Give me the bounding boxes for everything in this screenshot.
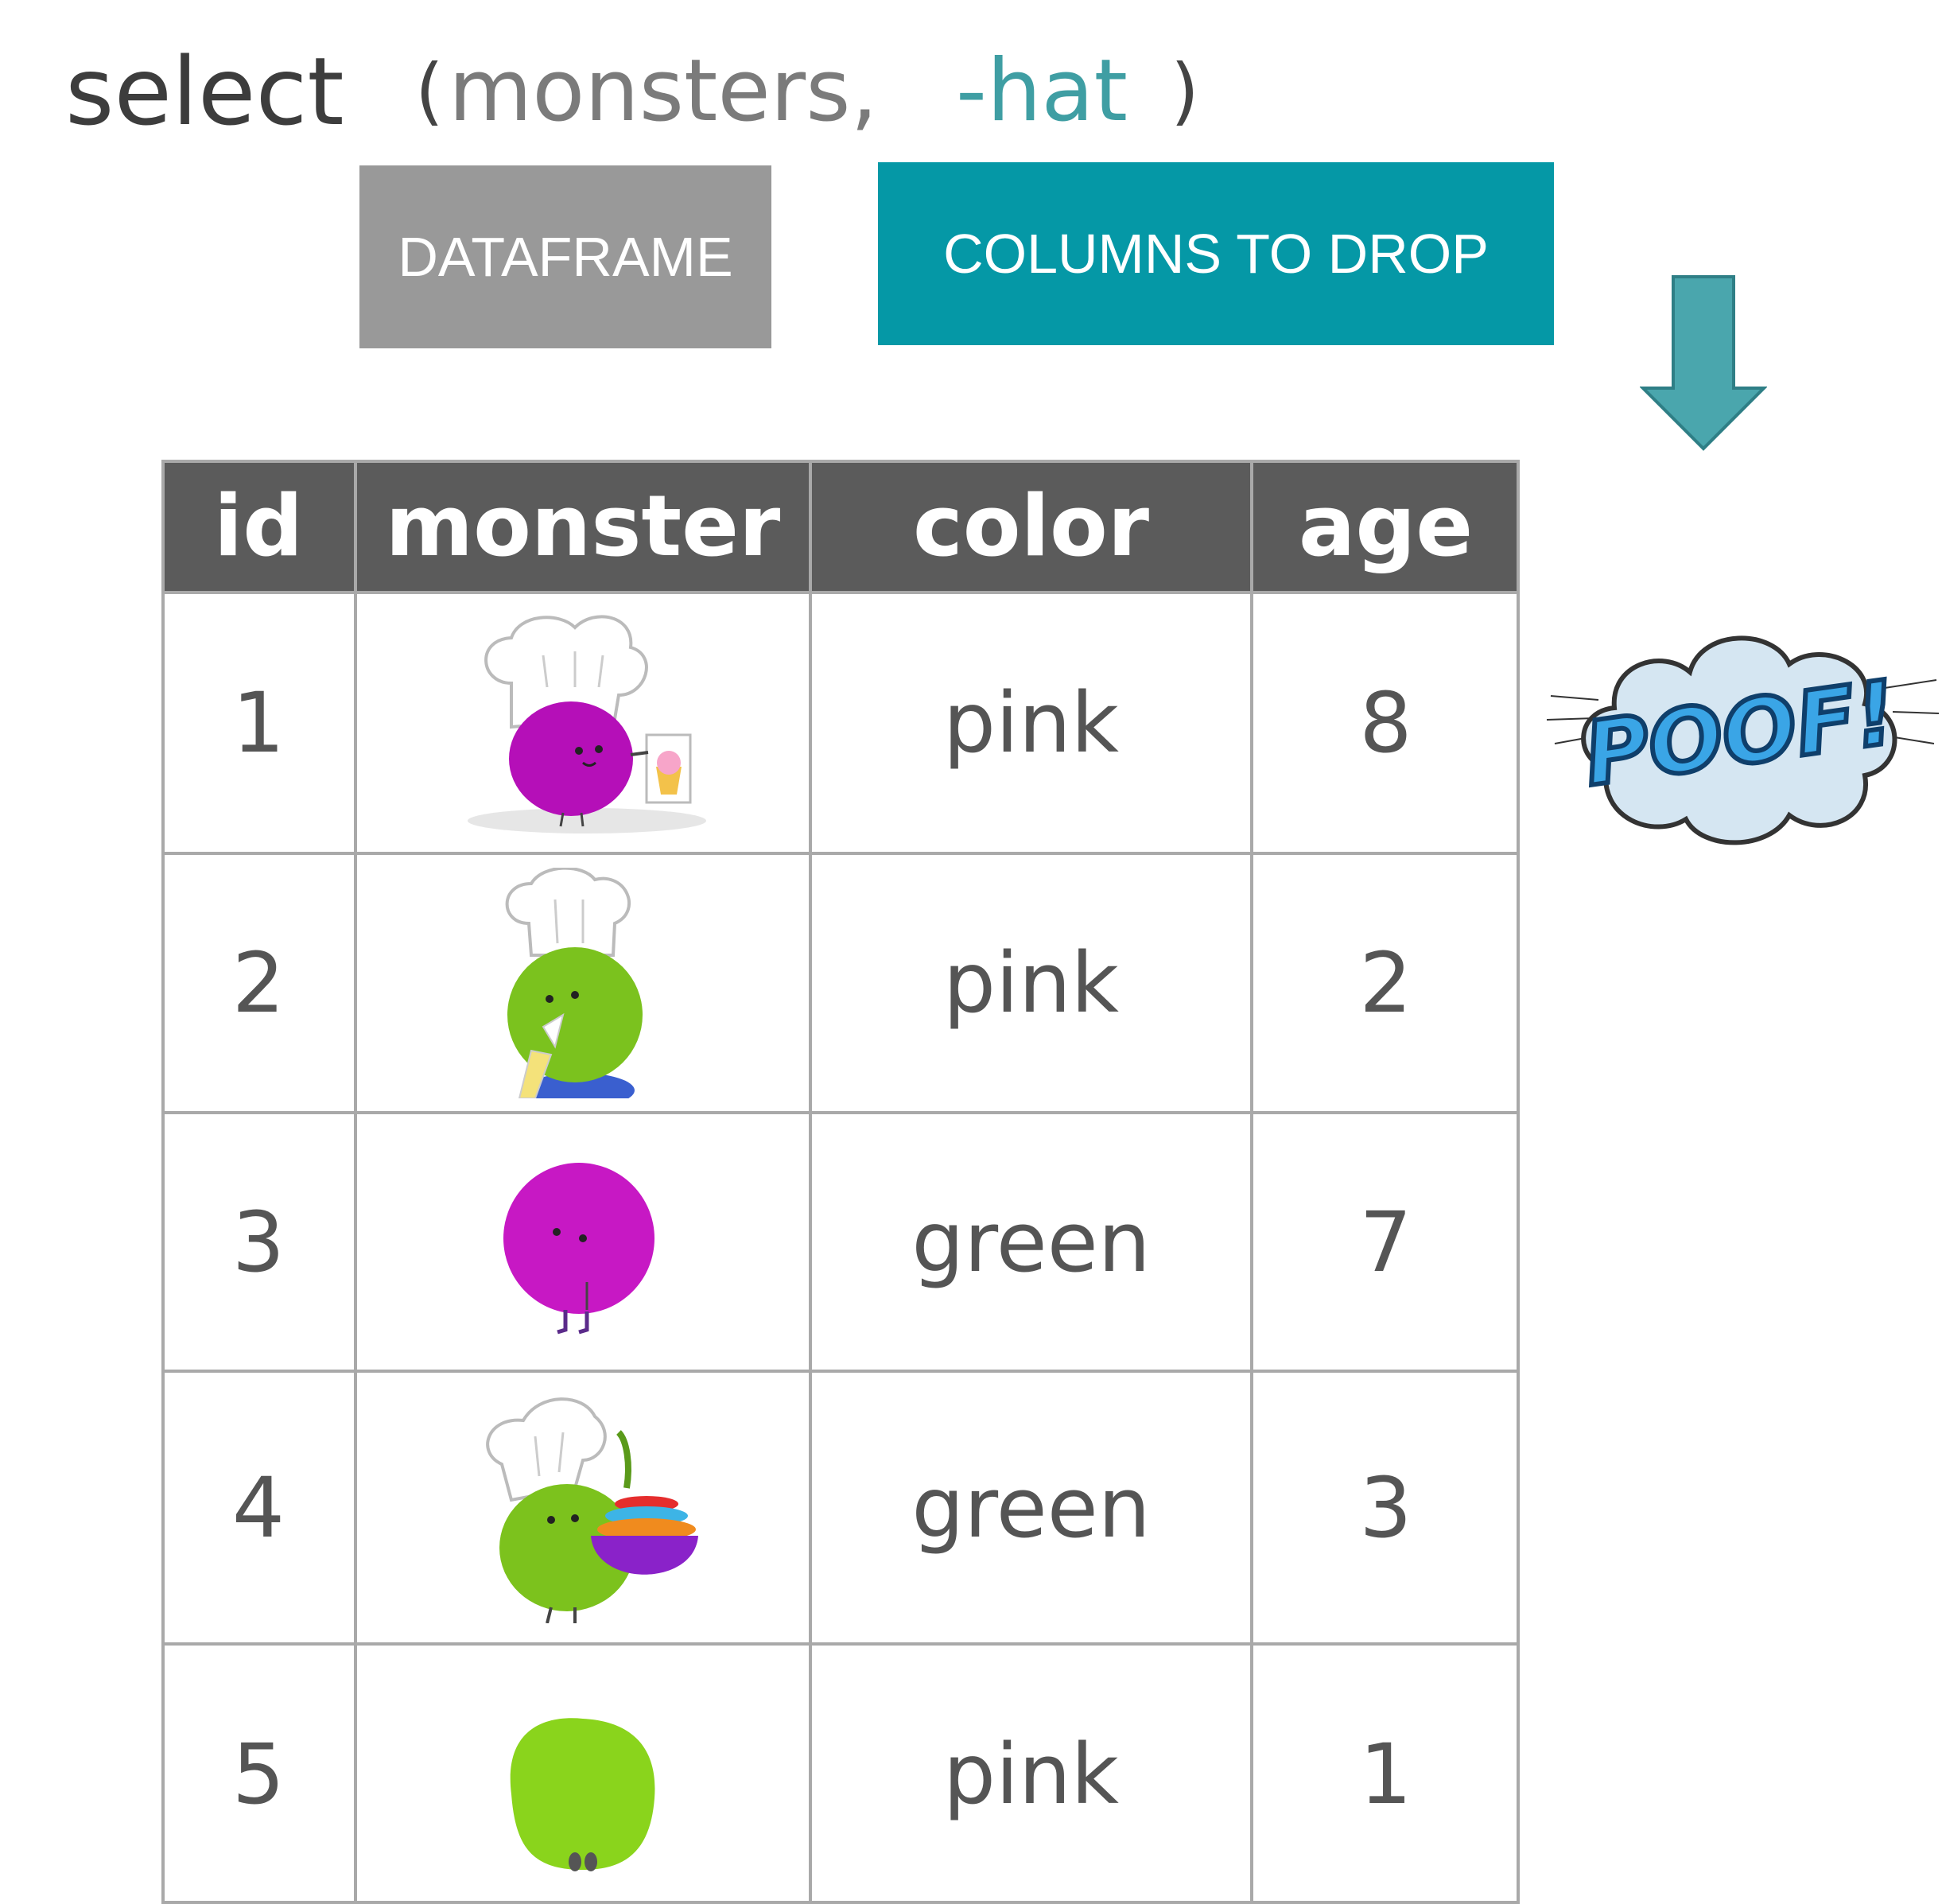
open-paren: ( [415, 49, 444, 134]
cell-id: 1 [161, 593, 355, 853]
grid-line [354, 460, 357, 1904]
cell-monster [355, 1371, 810, 1644]
cell-monster [355, 853, 810, 1113]
cell-color: green [810, 1371, 1252, 1644]
cell-age: 8 [1252, 593, 1520, 853]
cell-color: green [810, 1113, 1252, 1371]
grid-line [161, 460, 1520, 463]
cell-monster [355, 1644, 810, 1904]
cell-id: 3 [161, 1113, 355, 1371]
grid-line [161, 1901, 1520, 1904]
poof-cloud-icon: POOF! [1546, 635, 1940, 845]
cell-age: 1 [1252, 1644, 1520, 1904]
grid-line [809, 460, 812, 1904]
green-monster-icon [510, 1717, 655, 1871]
cell-color: pink [810, 593, 1252, 853]
grid-line [161, 1642, 1520, 1646]
cell-id: 5 [161, 1644, 355, 1904]
grid-line [1250, 460, 1253, 1904]
cell-age: 7 [1252, 1113, 1520, 1371]
cell-color: pink [810, 853, 1252, 1113]
cell-age: 2 [1252, 853, 1520, 1113]
cell-monster [355, 1113, 810, 1371]
header-monster: monster [355, 460, 810, 593]
grid-line [161, 1111, 1520, 1114]
grid-line [161, 852, 1520, 855]
cell-monster [355, 593, 810, 853]
grid-line [161, 591, 1520, 594]
arrow-down-icon [1640, 275, 1767, 451]
dataframe-label: DATAFRAME [359, 165, 771, 348]
cell-id: 2 [161, 853, 355, 1113]
cell-id: 4 [161, 1371, 355, 1644]
close-paren: ) [1171, 49, 1199, 134]
header-color: color [810, 460, 1252, 593]
purple-chef-monster-with-cupcake-icon [468, 615, 706, 833]
green-chef-monster-with-bowls-icon [486, 1397, 698, 1623]
monsters-table: id monster color age 1 pink 8 2 pink 2 3… [161, 460, 1520, 1904]
function-name: select [65, 37, 344, 146]
grid-line [161, 460, 165, 1904]
cell-color: pink [810, 1644, 1252, 1904]
cell-age: 3 [1252, 1371, 1520, 1644]
dataframe-argument: monsters, [449, 41, 878, 141]
grid-line [1517, 460, 1520, 1904]
purple-monster-icon [503, 1162, 654, 1334]
header-id: id [161, 460, 355, 593]
green-chef-monster-with-piping-bag-icon [505, 868, 643, 1098]
header-age: age [1252, 460, 1520, 593]
drop-column-argument: -hat [956, 41, 1128, 141]
grid-line [161, 1370, 1520, 1373]
columns-to-drop-label: COLUMNS TO DROP [878, 162, 1554, 345]
